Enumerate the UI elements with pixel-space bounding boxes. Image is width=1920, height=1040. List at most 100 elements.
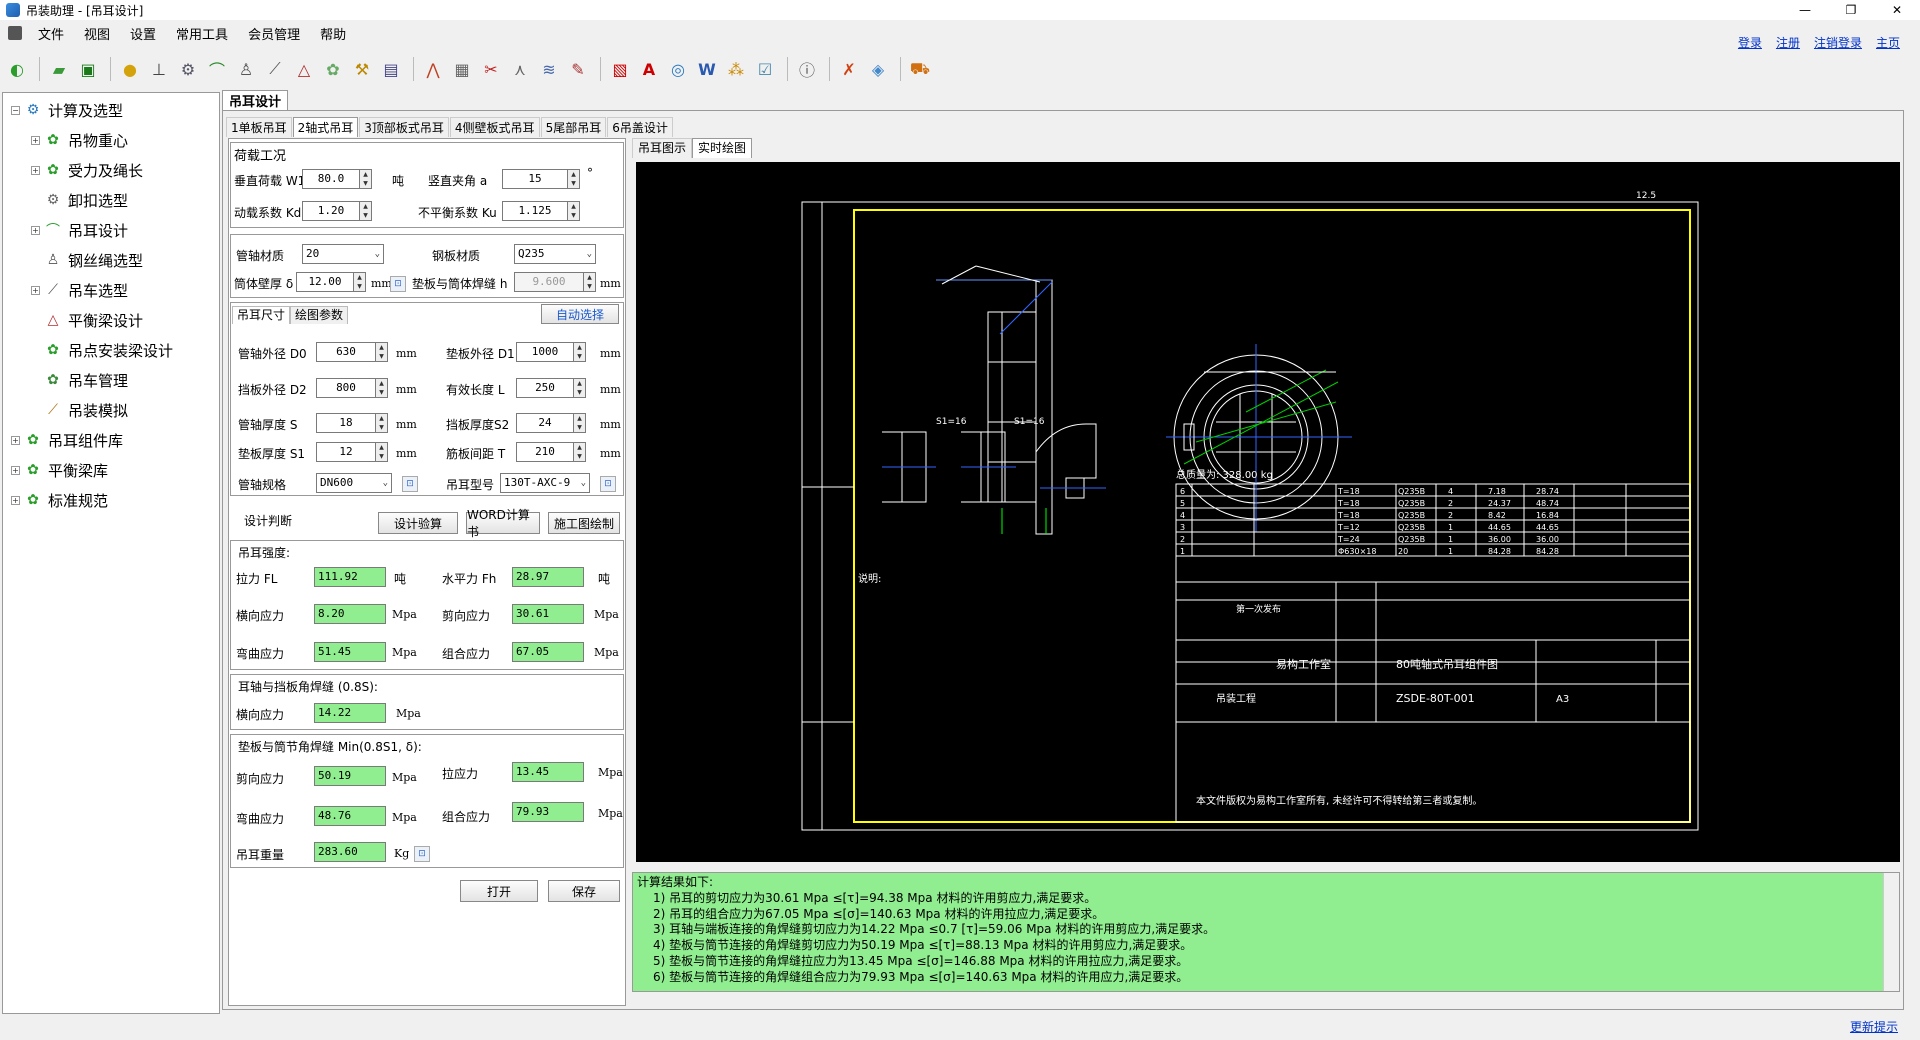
login-link[interactable]: 登录 [1738, 34, 1762, 51]
tab-single-plate[interactable]: 1单板吊耳 [226, 117, 292, 137]
tab-lug-diagram[interactable]: 吊耳图示 [632, 138, 693, 158]
result-scrollbar[interactable] [1883, 873, 1899, 991]
lug-type-select[interactable]: 130T-AXC-9 ⌄ [500, 473, 590, 493]
weld-height-input[interactable]: 9.600 [514, 272, 584, 292]
tree-item[interactable]: + ⌒ 吊耳设计 [3, 215, 219, 245]
info-icon[interactable]: ⓘ [794, 56, 820, 82]
angle-input[interactable]: 15 [502, 169, 568, 189]
d2-input[interactable]: 800 [316, 378, 376, 398]
tree-item[interactable]: + ✿ 标准规范 [3, 485, 219, 515]
construction-drawing-button[interactable]: 施工图绘制 [548, 512, 620, 534]
menu-member[interactable]: 会员管理 [238, 24, 310, 43]
d2-spinner[interactable]: ▲ ▼ [376, 378, 388, 398]
save-icon[interactable]: ▣ [75, 56, 101, 82]
ku-spinner[interactable]: ▲ ▼ [568, 201, 580, 221]
pen-icon[interactable]: ✎ [565, 56, 591, 82]
refresh-icon[interactable]: ◐ [4, 56, 30, 82]
verify-button[interactable]: 设计验算 [378, 512, 458, 534]
tree-expander-icon[interactable]: + [31, 285, 40, 295]
stack-icon[interactable]: ≋ [536, 56, 562, 82]
scissors-icon[interactable]: ✂ [478, 56, 504, 82]
crane-icon[interactable]: ⟋ [262, 56, 288, 82]
w1-spinner[interactable]: ▲ ▼ [360, 169, 372, 189]
tree-expander-icon[interactable]: + [31, 135, 40, 145]
wall-thickness-input[interactable]: 12.00 [296, 272, 354, 292]
system-menu-icon[interactable] [8, 26, 22, 40]
logout-link[interactable]: 注销登录 [1814, 34, 1862, 51]
save-button[interactable]: 保存 [548, 880, 620, 902]
s2-spinner[interactable]: ▲ ▼ [574, 413, 586, 433]
tab-shaft-lug[interactable]: 2轴式吊耳 [292, 117, 359, 137]
tree-item[interactable]: + ✿ 受力及绳长 [3, 155, 219, 185]
tree-item[interactable]: ⚙ 卸扣选型 [3, 185, 219, 215]
kd-spinner[interactable]: ▲ ▼ [360, 201, 372, 221]
cad-drawing-canvas[interactable]: 总质量为: 328.00 kg 12.5 S1=16 S1=16 说明: 第一次… [636, 162, 1900, 862]
shackle-icon[interactable]: ⚙ [175, 56, 201, 82]
force-icon[interactable]: ⊥ [146, 56, 172, 82]
s-spinner[interactable]: ▲ ▼ [376, 413, 388, 433]
pipe-material-select[interactable]: 20 ⌄ [302, 244, 384, 264]
t-spinner[interactable]: ▲ ▼ [574, 442, 586, 462]
s2-input[interactable]: 24 [516, 413, 574, 433]
compass-icon[interactable]: ⋏ [507, 56, 533, 82]
update-link[interactable]: 更新提示 [1850, 1018, 1898, 1035]
d1-input[interactable]: 1000 [516, 342, 574, 362]
globe-icon[interactable]: ◎ [665, 56, 691, 82]
edit-icon[interactable]: ☑ [752, 56, 778, 82]
d0-input[interactable]: 630 [316, 342, 376, 362]
tab-top-plate[interactable]: 3顶部板式吊耳 [359, 117, 449, 137]
beam-icon[interactable]: △ [291, 56, 317, 82]
network-icon[interactable]: ⁂ [723, 56, 749, 82]
tab-tail-lug[interactable]: 5尾部吊耳 [540, 117, 607, 137]
menu-file[interactable]: 文件 [28, 24, 74, 43]
menu-help[interactable]: 帮助 [310, 24, 356, 43]
menu-settings[interactable]: 设置 [120, 24, 166, 43]
maximize-button[interactable]: ❐ [1828, 0, 1874, 20]
word-report-button[interactable]: WORD计算书 [466, 508, 540, 539]
minimize-button[interactable]: — [1782, 0, 1828, 20]
length-input[interactable]: 250 [516, 378, 574, 398]
cart-icon[interactable]: ⛟ [907, 56, 933, 82]
word-icon[interactable]: W [694, 56, 720, 82]
auto-select-button[interactable]: 自动选择 [541, 304, 619, 324]
tree-item[interactable]: ✿ 吊车管理 [3, 365, 219, 395]
weld-height-spinner[interactable]: ▲ ▼ [584, 272, 596, 292]
s1-input[interactable]: 12 [316, 442, 376, 462]
open-button[interactable]: 打开 [460, 880, 538, 902]
mount-beam-icon[interactable]: ✿ [320, 56, 346, 82]
tree-expander-icon[interactable]: + [31, 165, 40, 175]
d1-spinner[interactable]: ▲ ▼ [574, 342, 586, 362]
kd-input[interactable]: 1.20 [302, 201, 360, 221]
tree-expander-icon[interactable]: + [11, 435, 20, 445]
wall-thickness-spinner[interactable]: ▲ ▼ [354, 272, 366, 292]
spec-pick-icon[interactable]: ⊡ [402, 476, 418, 492]
center-of-gravity-icon[interactable]: ● [117, 56, 143, 82]
tree-expander-icon[interactable]: + [31, 225, 40, 235]
t-input[interactable]: 210 [516, 442, 574, 462]
s-input[interactable]: 18 [316, 413, 376, 433]
lug-type-pick-icon[interactable]: ⊡ [600, 476, 616, 492]
calculator-icon[interactable]: ▦ [449, 56, 475, 82]
tree-expander-icon[interactable]: + [11, 495, 20, 505]
tree-expander-icon[interactable]: − [11, 105, 20, 115]
simulation-icon[interactable]: ▤ [378, 56, 404, 82]
tree-item[interactable]: ✿ 吊点安装梁设计 [3, 335, 219, 365]
update-icon[interactable]: ◈ [865, 56, 891, 82]
d0-spinner[interactable]: ▲ ▼ [376, 342, 388, 362]
lug-icon[interactable]: ⌒ [204, 56, 230, 82]
register-link[interactable]: 注册 [1776, 34, 1800, 51]
tree-item[interactable]: ♙ 钢丝绳选型 [3, 245, 219, 275]
tab-draw-params[interactable]: 绘图参数 [290, 306, 349, 324]
home-link[interactable]: 主页 [1876, 34, 1900, 51]
weight-pick-icon[interactable]: ⊡ [414, 846, 430, 862]
font-icon[interactable]: A [636, 56, 662, 82]
menu-tools[interactable]: 常用工具 [166, 24, 238, 43]
tree-item[interactable]: + ✿ 吊耳组件库 [3, 425, 219, 455]
plate-material-select[interactable]: Q235 ⌄ [514, 244, 596, 264]
tab-lid-design[interactable]: 6吊盖设计 [607, 117, 673, 137]
wire-rope-icon[interactable]: ♙ [233, 56, 259, 82]
angle-spinner[interactable]: ▲ ▼ [568, 169, 580, 189]
open-folder-icon[interactable]: ▰ [46, 56, 72, 82]
crane-manage-icon[interactable]: ⚒ [349, 56, 375, 82]
spec-select[interactable]: DN600 ⌄ [316, 473, 392, 493]
